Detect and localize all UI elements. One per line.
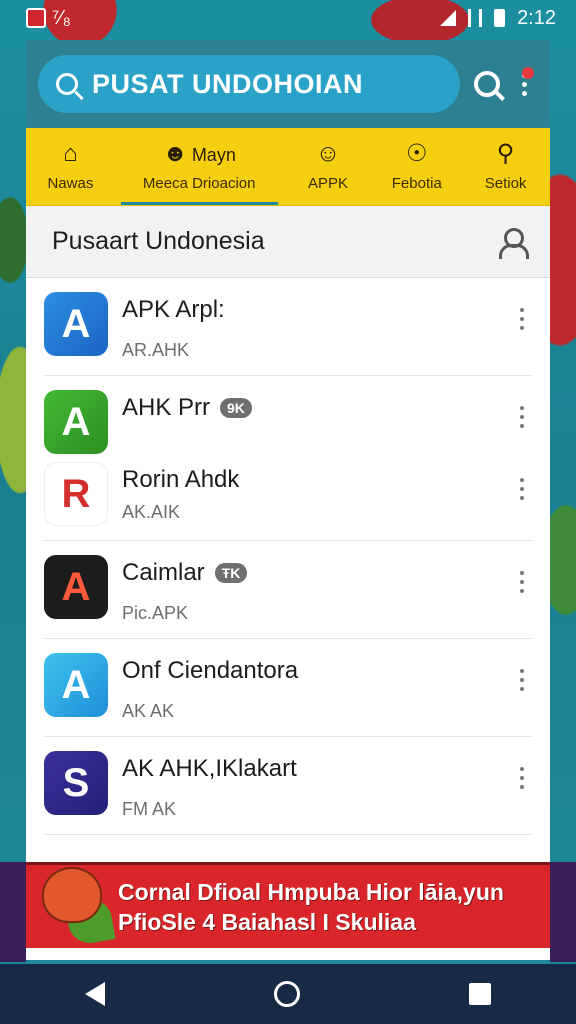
tab-setiok[interactable]: ⚲ Setiok [461,128,550,205]
tab-label: Nawas [47,175,94,192]
mascot-head [42,867,102,923]
app-icon: A [44,292,108,356]
app-icon-letter: A [61,301,91,346]
home-icon: ⌂ [63,140,78,167]
kebab-menu-icon[interactable] [518,669,526,693]
app-icon-letter: A [61,399,91,444]
app-badge: ŦK [214,563,248,583]
search-button-icon[interactable] [474,71,500,97]
section-header: Pusaart Undonesia [26,206,550,278]
back-icon[interactable] [84,982,105,1006]
app-icon-letter: A [61,662,91,707]
status-bar: ⁷⁄₈ 2:12 [0,0,576,36]
wallpaper-strip-left [0,862,26,962]
search-icon [56,73,78,95]
app-icon: R [44,462,108,526]
section-title: Pusaart Undonesia [52,227,265,255]
app-subtitle: Pic.APK [122,603,189,623]
top-bar: PUSAT UNDOHOIAN [26,40,550,128]
wallpaper-strip-right [550,862,576,962]
app-subtitle: AK.AIK [122,502,181,522]
app-subtitle: AK AK [122,701,175,721]
battery-icon [494,9,506,27]
face-icon: ☻ Mayn [162,140,236,167]
tab-label: Meeca Drioacion [142,175,256,192]
app-name: APK Arpl: [122,296,225,323]
list-item[interactable]: A AHK Prr 9K [44,376,532,458]
search-bar[interactable]: PUSAT UNDOHOIAN [38,55,460,113]
app-list: A APK Arpl: AR.AHK A AHK Prr 9K R Rorin A… [26,278,550,835]
tab-sub-label: Mayn [191,145,236,165]
app-icon: A [44,653,108,717]
app-subtitle: AR.AHK [122,340,190,360]
app-window: PUSAT UNDOHOIAN ⌂ Nawas ☻ Mayn Meeca Drio… [26,40,550,960]
tab-meeca[interactable]: ☻ Mayn Meeca Drioacion [115,128,284,205]
search-text: PUSAT UNDOHOIAN [92,68,364,99]
kebab-menu-icon[interactable] [518,406,526,430]
tab-nawas[interactable]: ⌂ Nawas [26,128,115,205]
app-name: AK AHK,IKlakart [122,755,297,782]
tab-label: Setiok [484,175,527,192]
app-icon: S [44,751,108,815]
list-item[interactable]: A Caimlar ŦK Pic.APK [44,541,532,639]
kebab-menu-icon[interactable] [518,308,526,332]
banner-text: Cornal Dfioal Hmpuba Hior lāia,yun PfioS… [118,877,504,937]
list-item[interactable]: A APK Arpl: AR.AHK [44,278,532,376]
profile-icon[interactable] [498,227,529,259]
recent-apps-icon[interactable] [469,983,492,1005]
list-item[interactable]: R Rorin Ahdk AK.AIK [44,458,532,541]
list-item[interactable]: A Onf Ciendantora AK AK [44,639,532,737]
app-icon: A [44,390,108,454]
home-button-icon[interactable] [273,981,300,1007]
app-name: Caimlar [122,559,205,586]
smile-icon: ☺ [315,140,341,167]
app-name: Onf Ciendantora [122,657,299,684]
app-icon-letter: R [61,471,91,516]
notification-icon [26,8,46,28]
signal-icon [440,10,457,26]
list-item[interactable]: S AK AHK,IKlakart FM AK [44,737,532,835]
app-name: Rorin Ahdk [122,466,240,493]
status-time: 2:12 [517,6,556,29]
app-icon-letter: A [61,564,91,609]
tab-febotia[interactable]: ☉ Febotia [372,128,461,205]
compass-icon: ☉ [406,140,428,167]
notification-badge [522,67,534,79]
mascot-image [36,863,116,949]
app-icon-letter: S [62,760,90,805]
navigation-bar [0,964,576,1024]
app-icon: A [44,555,108,619]
app-subtitle: FM AK [122,799,177,819]
chat-icon: ⚲ [496,140,515,167]
wifi-icon [468,9,483,27]
app-badge: 9K [220,398,252,418]
tab-label: APPK [307,175,348,192]
banner-line-1: Cornal Dfioal Hmpuba Hior lāia,yun [118,878,504,905]
kebab-menu-icon[interactable] [518,767,526,791]
tab-appk[interactable]: ☺ APPK [284,128,373,205]
tab-bar: ⌂ Nawas ☻ Mayn Meeca Drioacion ☺ APPK ☉ F… [26,128,550,206]
kebab-menu-icon[interactable] [518,571,526,595]
tab-label: Febotia [391,175,442,192]
app-name: AHK Prr [122,394,211,421]
ad-banner[interactable]: Cornal Dfioal Hmpuba Hior lāia,yun PfioS… [26,862,550,948]
status-left-text: ⁷⁄₈ [52,6,71,29]
banner-line-2: PfioSle 4 Baiahasl I Skuliaa [118,908,416,935]
kebab-menu-icon[interactable] [518,478,526,502]
more-options-icon[interactable] [514,67,534,99]
